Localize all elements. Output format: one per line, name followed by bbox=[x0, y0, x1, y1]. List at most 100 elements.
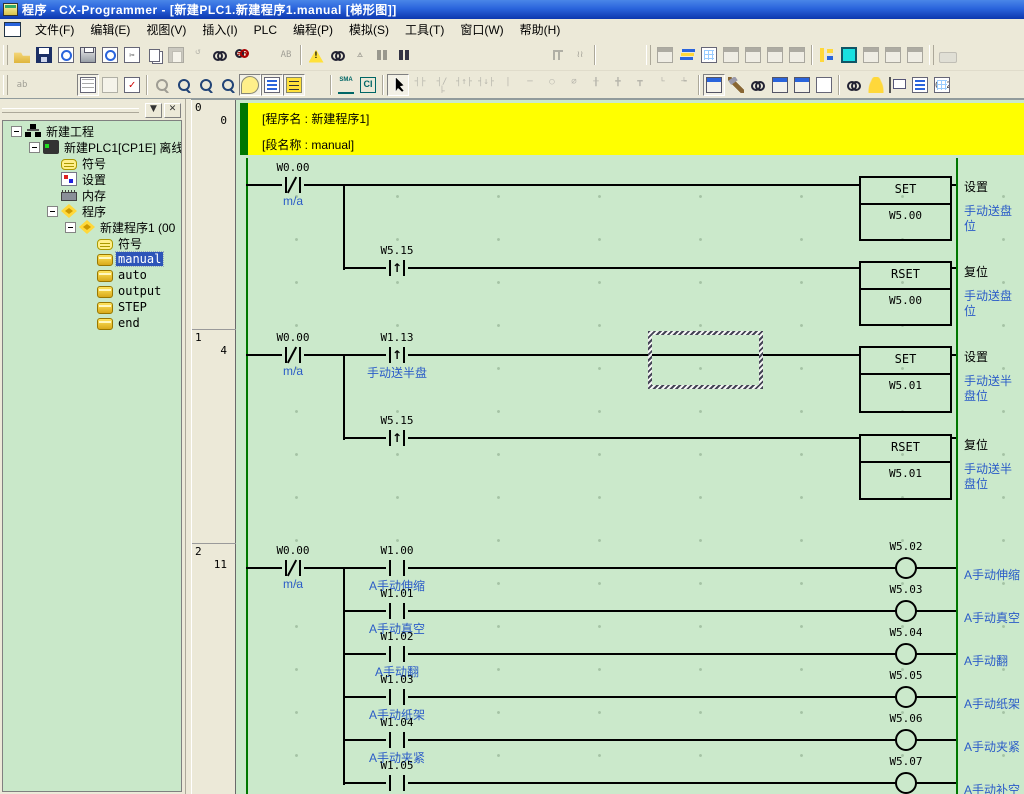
vertical-line-button[interactable]: │ bbox=[497, 74, 519, 96]
pause-button[interactable] bbox=[393, 44, 415, 66]
flag-button[interactable] bbox=[887, 74, 909, 96]
monitor-2-button[interactable] bbox=[503, 44, 525, 66]
gutter-cell-1[interactable]: 14 bbox=[192, 330, 236, 544]
monitor-3-button[interactable] bbox=[525, 44, 547, 66]
replace-button[interactable]: ab bbox=[231, 44, 253, 66]
expand-toggle[interactable] bbox=[29, 142, 40, 153]
save-button[interactable] bbox=[33, 44, 55, 66]
door-z-button[interactable] bbox=[860, 44, 882, 66]
tree-item-manual[interactable]: manual bbox=[83, 251, 163, 267]
menu-item-4[interactable]: PLC bbox=[246, 21, 285, 39]
window-binary-button[interactable]: 002 bbox=[931, 74, 953, 96]
contact-nc-button[interactable]: ┤/├ bbox=[431, 74, 453, 96]
waveform-button[interactable]: ≀≀ bbox=[569, 44, 591, 66]
build-button[interactable] bbox=[725, 74, 747, 96]
window-check-button[interactable] bbox=[764, 44, 786, 66]
coil-W5.05[interactable] bbox=[895, 686, 917, 708]
work-online-button[interactable] bbox=[654, 44, 676, 66]
set-block-W5.01[interactable]: SETW5.01 bbox=[859, 346, 952, 413]
pause-monitor-button[interactable] bbox=[371, 44, 393, 66]
menu-item-1[interactable]: 编辑(E) bbox=[82, 19, 138, 40]
address-person-button[interactable] bbox=[865, 74, 887, 96]
contact-up-button[interactable]: ┤↑├ bbox=[453, 74, 475, 96]
print-button[interactable] bbox=[77, 44, 99, 66]
monitor-1-button[interactable] bbox=[481, 44, 503, 66]
rung-note-button[interactable] bbox=[99, 74, 121, 96]
select-cursor-button[interactable] bbox=[387, 74, 409, 96]
tree-item-end[interactable]: end bbox=[83, 315, 142, 331]
panel-dropdown-button[interactable]: ▼ bbox=[145, 103, 162, 118]
coil-W5.04[interactable] bbox=[895, 643, 917, 665]
show-comments-button[interactable] bbox=[239, 74, 261, 96]
copy-button[interactable] bbox=[143, 44, 165, 66]
tree-view-button[interactable] bbox=[305, 74, 327, 96]
menu-item-3[interactable]: 插入(I) bbox=[194, 19, 245, 40]
expand-toggle[interactable] bbox=[47, 206, 58, 217]
panel-drag-handle[interactable] bbox=[2, 108, 139, 113]
toolbar-grip[interactable] bbox=[929, 45, 934, 65]
rung-grid-button[interactable] bbox=[55, 74, 77, 96]
contact-no-W1.04[interactable] bbox=[386, 732, 408, 748]
tree-item-7[interactable]: 符号 bbox=[83, 235, 144, 251]
print-preview-button[interactable] bbox=[99, 44, 121, 66]
gutter-cell-0[interactable]: 00 bbox=[192, 100, 236, 330]
contact-no-button[interactable]: ┤├ bbox=[409, 74, 431, 96]
contact-nc-W0.00[interactable] bbox=[282, 347, 304, 363]
tree-item-output[interactable]: output bbox=[83, 283, 163, 299]
window-x-button[interactable] bbox=[742, 44, 764, 66]
window-note-button[interactable] bbox=[791, 74, 813, 96]
menu-item-9[interactable]: 帮助(H) bbox=[512, 19, 569, 40]
menu-item-2[interactable]: 视图(V) bbox=[138, 19, 194, 40]
mdi-child-icon[interactable] bbox=[4, 22, 21, 37]
menu-item-5[interactable]: 编程(P) bbox=[285, 19, 341, 40]
find-report-button[interactable] bbox=[327, 44, 349, 66]
door-check-button[interactable] bbox=[904, 44, 926, 66]
contact-up-W5.15[interactable]: ↑ bbox=[386, 430, 408, 446]
contact-up-W1.13[interactable]: ↑ bbox=[386, 347, 408, 363]
coil-W5.06[interactable] bbox=[895, 729, 917, 751]
tree-item-auto[interactable]: auto bbox=[83, 267, 149, 283]
step-run-button[interactable] bbox=[547, 44, 569, 66]
io-monitor-button[interactable] bbox=[838, 44, 860, 66]
selection-cursor[interactable] bbox=[648, 331, 763, 389]
page-search-button[interactable] bbox=[55, 44, 77, 66]
coil-W5.03[interactable] bbox=[895, 600, 917, 622]
tree-item-2[interactable]: 符号 bbox=[47, 155, 108, 171]
contact-nc-W0.00[interactable] bbox=[282, 560, 304, 576]
toolbar-grip[interactable] bbox=[3, 45, 8, 65]
search-person-button[interactable] bbox=[253, 44, 275, 66]
project-tree-button[interactable] bbox=[816, 44, 838, 66]
rung-check-button[interactable]: ✓ bbox=[121, 74, 143, 96]
toolbar-grip[interactable] bbox=[3, 75, 8, 95]
delete-row-button[interactable]: ┶ bbox=[673, 74, 695, 96]
compare-plc-button[interactable] bbox=[459, 44, 481, 66]
toolbar-grip[interactable] bbox=[646, 45, 651, 65]
tree-item-4[interactable]: 内存 bbox=[47, 187, 108, 203]
contact-down-button[interactable]: ┤↓├ bbox=[475, 74, 497, 96]
monitor-find-button[interactable] bbox=[747, 74, 769, 96]
watch-glasses-button[interactable] bbox=[843, 74, 865, 96]
menu-item-8[interactable]: 窗口(W) bbox=[452, 19, 511, 40]
coil-W5.02[interactable] bbox=[895, 557, 917, 579]
coil-nc-button[interactable]: ∅ bbox=[563, 74, 585, 96]
contact-up-W5.15[interactable]: ↑ bbox=[386, 260, 408, 276]
online-edit-button[interactable] bbox=[599, 44, 621, 66]
undo-button[interactable]: ↺ bbox=[187, 44, 209, 66]
find-button[interactable] bbox=[209, 44, 231, 66]
rset-block-W5.01[interactable]: RSETW5.01 bbox=[859, 434, 952, 500]
coil-button[interactable]: ○ bbox=[541, 74, 563, 96]
function-block-button[interactable]: ╂ bbox=[585, 74, 607, 96]
tree-item-STEP[interactable]: STEP bbox=[83, 299, 149, 315]
zoom-in-button[interactable] bbox=[195, 74, 217, 96]
menu-item-7[interactable]: 工具(T) bbox=[397, 19, 452, 40]
instruction-button[interactable]: ┳ bbox=[629, 74, 651, 96]
window-list-button[interactable] bbox=[909, 74, 931, 96]
menu-item-0[interactable]: 文件(F) bbox=[27, 19, 82, 40]
open-button[interactable] bbox=[11, 44, 33, 66]
horizontal-line-button[interactable]: ─ bbox=[519, 74, 541, 96]
expand-toggle[interactable] bbox=[65, 222, 76, 233]
cut-button[interactable]: ✂ bbox=[121, 44, 143, 66]
tree-item-0[interactable]: 新建工程 bbox=[11, 123, 96, 139]
tree-item-100[interactable]: 新建程序1 (00 bbox=[65, 219, 177, 235]
corner-button[interactable]: └ bbox=[651, 74, 673, 96]
